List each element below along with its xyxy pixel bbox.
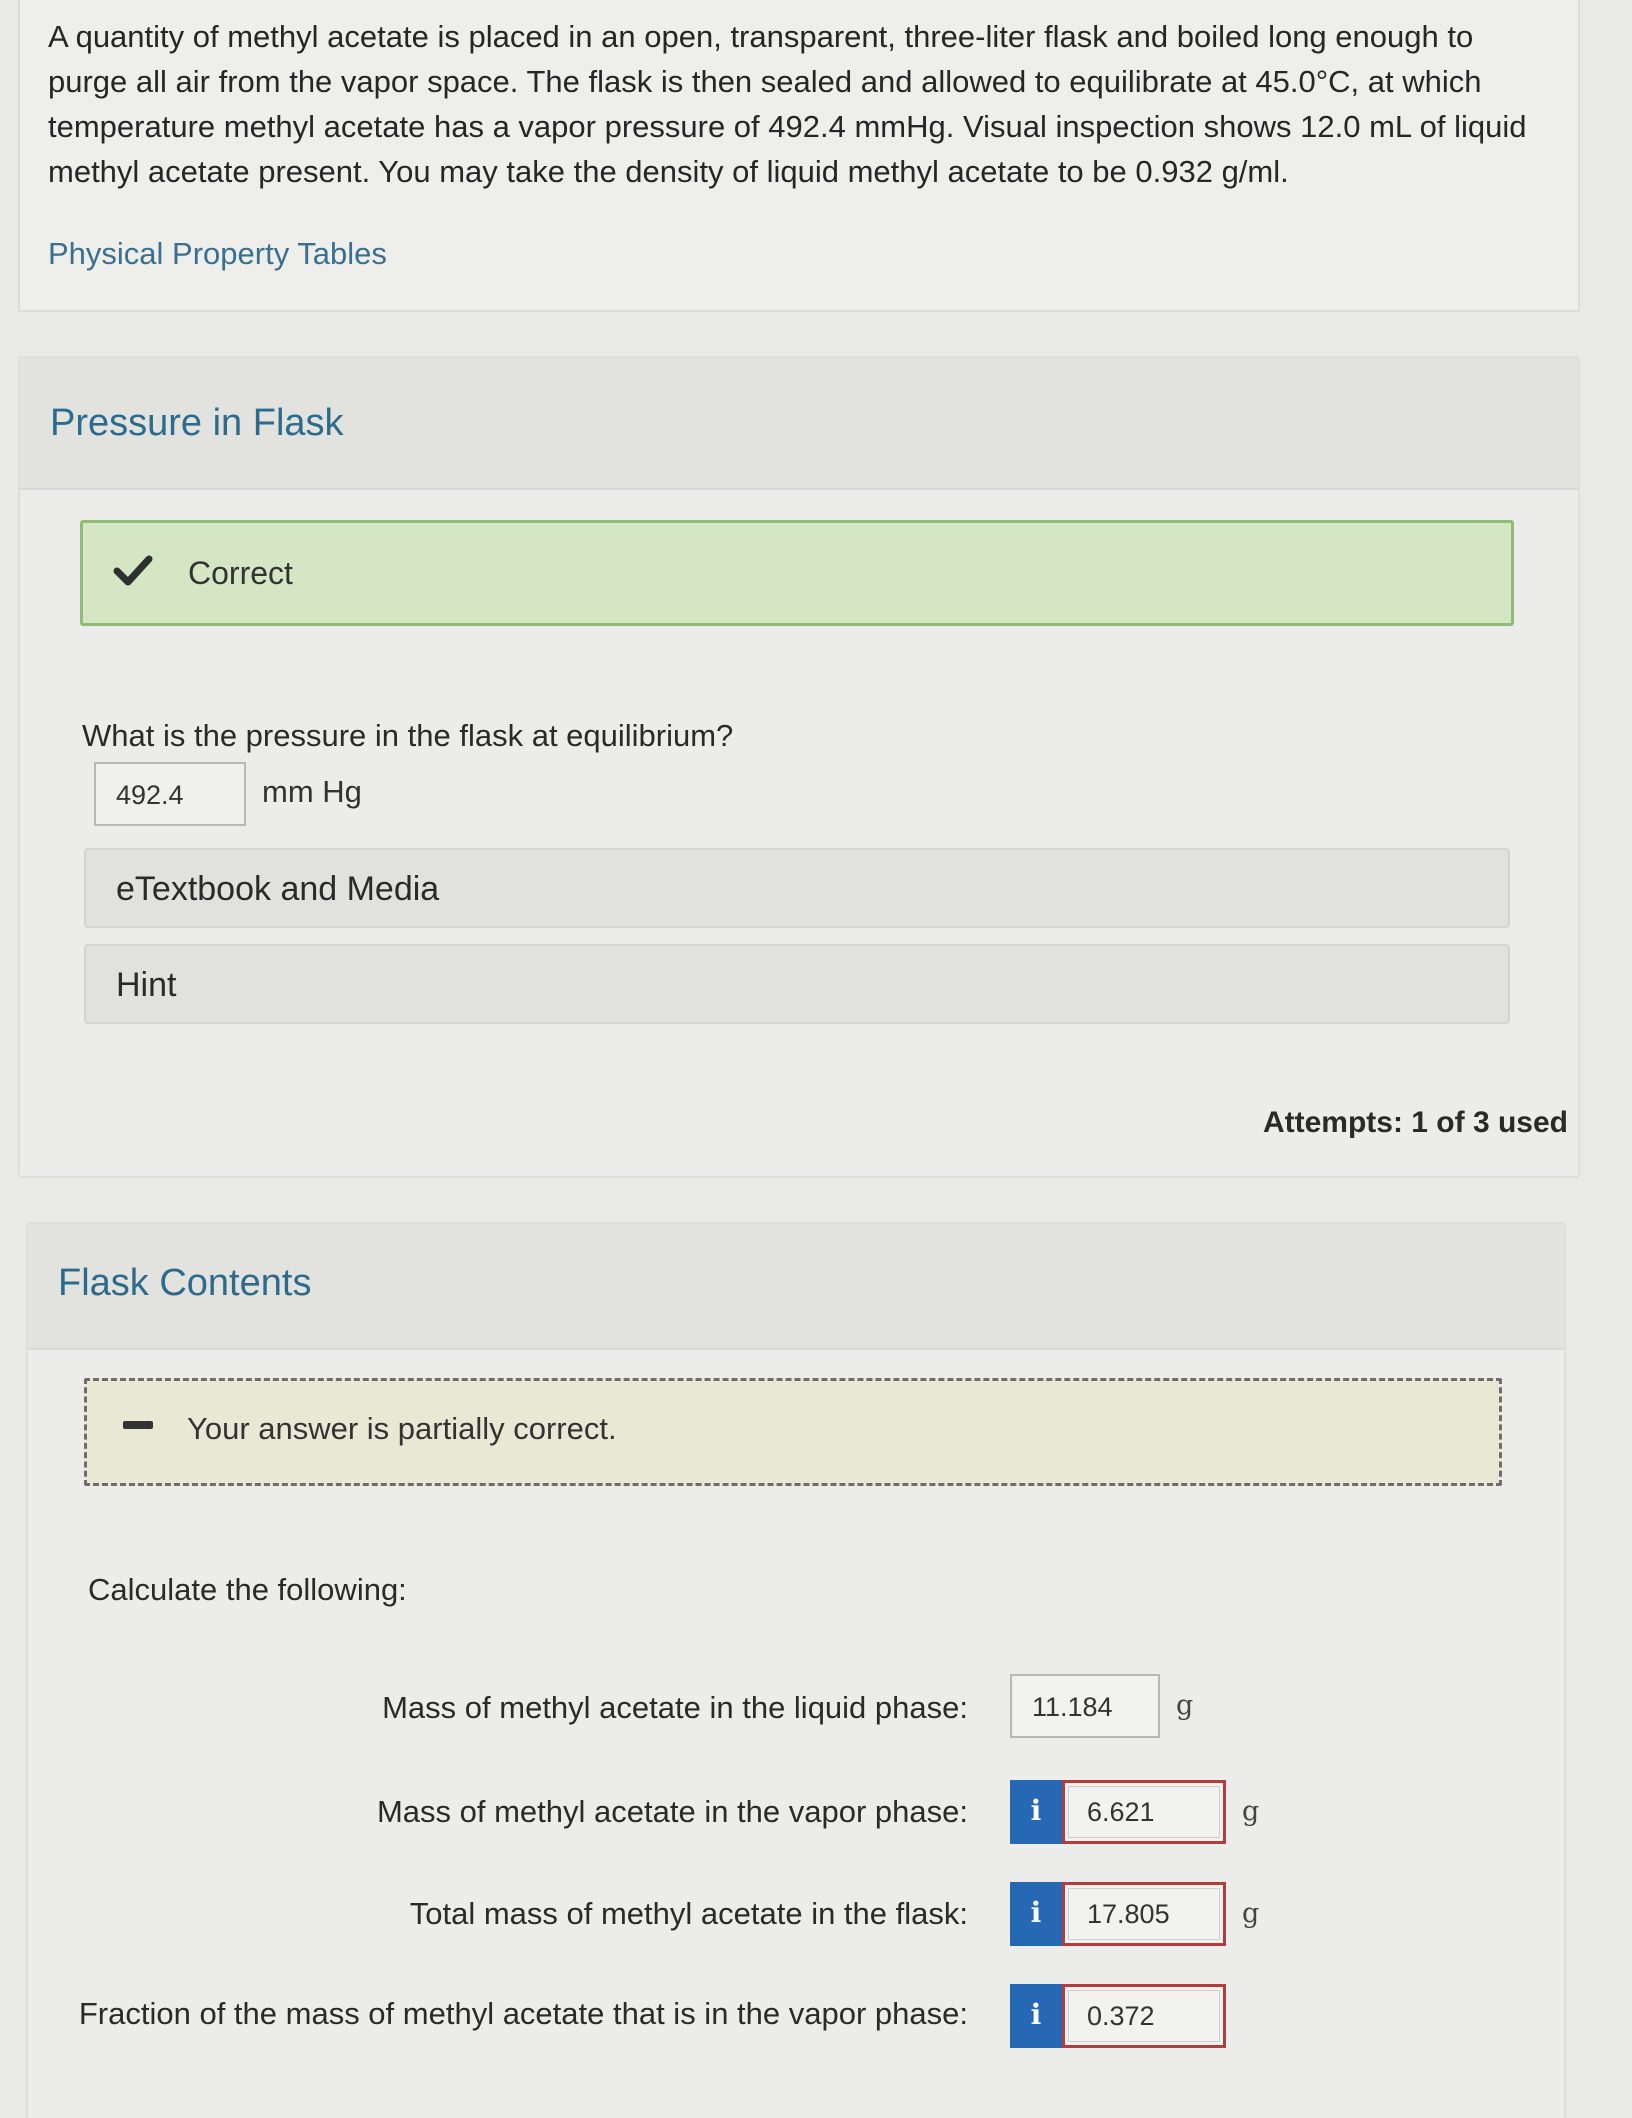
info-icon[interactable]: i <box>1010 1780 1062 1844</box>
page: A quantity of methyl acetate is placed i… <box>0 0 1632 2118</box>
info-icon[interactable]: i <box>1010 1984 1062 2048</box>
hint-toggle[interactable]: Hint <box>84 944 1510 1024</box>
etextbook-label: eTextbook and Media <box>116 870 440 908</box>
section-header: Pressure in Flask <box>20 358 1578 490</box>
total-mass-label: Total mass of methyl acetate in the flas… <box>409 1896 968 1931</box>
vapor-mass-unit: g <box>1242 1796 1260 1827</box>
hint-label: Hint <box>116 966 177 1004</box>
attempts-counter: Attempts: 1 of 3 used <box>1262 1106 1568 1139</box>
pressure-in-flask-section: Pressure in Flask <box>18 356 1580 1178</box>
vapor-mass-label: Mass of methyl acetate in the vapor phas… <box>376 1794 968 1829</box>
section-header: Flask Contents <box>28 1224 1564 1350</box>
liquid-mass-label: Mass of methyl acetate in the liquid pha… <box>382 1690 968 1725</box>
section-title: Flask Contents <box>58 1262 312 1304</box>
pressure-unit: mm Hg <box>262 774 362 809</box>
question-text: A quantity of methyl acetate is placed i… <box>48 19 1527 189</box>
pressure-answer-input[interactable]: 492.4 <box>94 762 246 826</box>
pressure-question: What is the pressure in the flask at equ… <box>82 718 734 753</box>
section-title: Pressure in Flask <box>50 402 344 444</box>
calculate-label: Calculate the following: <box>88 1572 407 1607</box>
info-icon[interactable]: i <box>1010 1882 1062 1946</box>
flask-contents-section: Flask Contents <box>26 1222 1566 2118</box>
checkmark-icon <box>113 555 153 586</box>
question-panel: A quantity of methyl acetate is placed i… <box>18 0 1580 312</box>
minus-icon <box>123 1421 153 1429</box>
partial-correct-label: Your answer is partially correct. <box>187 1411 617 1446</box>
total-mass-input[interactable]: 17.805 <box>1062 1882 1226 1946</box>
correct-label: Correct <box>188 555 293 591</box>
liquid-mass-input[interactable]: 11.184 <box>1010 1674 1160 1738</box>
partial-correct-banner: Your answer is partially correct. <box>84 1378 1502 1486</box>
correct-banner: Correct <box>80 520 1514 626</box>
liquid-mass-unit: g <box>1176 1690 1194 1721</box>
total-mass-unit: g <box>1242 1898 1260 1929</box>
etextbook-media-toggle[interactable]: eTextbook and Media <box>84 848 1510 928</box>
physical-property-tables-link[interactable]: Physical Property Tables <box>48 236 387 272</box>
vapor-fraction-input[interactable]: 0.372 <box>1062 1984 1226 2048</box>
vapor-fraction-label: Fraction of the mass of methyl acetate t… <box>78 1996 968 2031</box>
vapor-mass-input[interactable]: 6.621 <box>1062 1780 1226 1844</box>
